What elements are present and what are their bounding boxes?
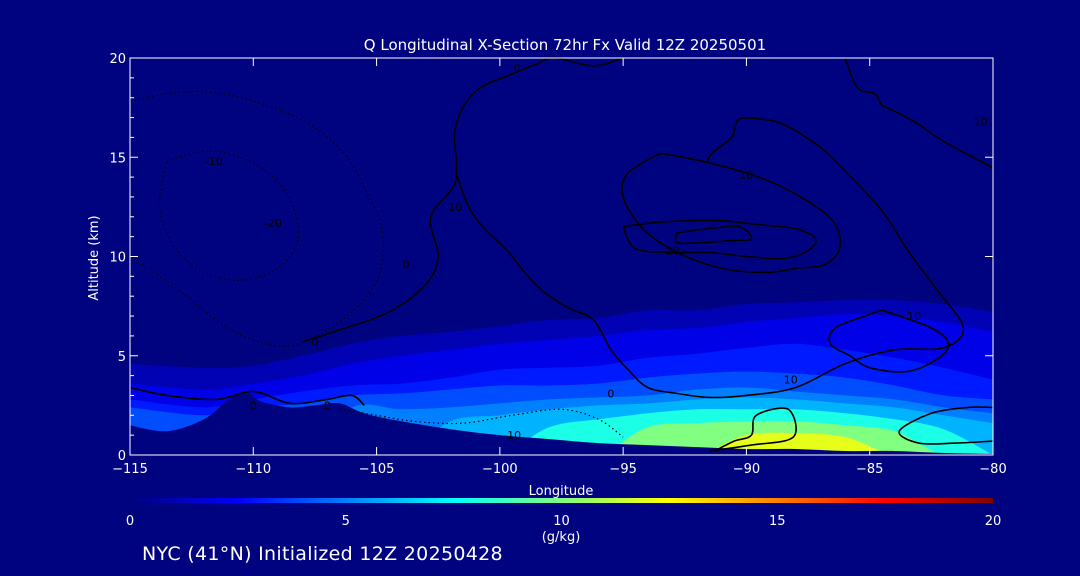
colorbar-tick-label: 15 (769, 514, 786, 529)
colorbar-tick-label: 10 (553, 514, 570, 529)
wind-contour-solid (622, 219, 817, 260)
contour-label: -20 (264, 217, 282, 230)
x-tick-label: −115 (112, 462, 148, 477)
contour-label: 10 (907, 310, 921, 323)
colorbar-tick-label: 5 (342, 514, 350, 529)
contour-label: 0 (324, 399, 331, 412)
contour-label: 10 (784, 374, 798, 387)
contour-label: 0 (250, 399, 257, 412)
contour-label: 10 (974, 116, 988, 129)
contour-label: -10 (205, 155, 223, 168)
contour-label: 0 (403, 258, 410, 271)
contour-label: 10 (739, 169, 753, 182)
x-tick-label: −105 (359, 462, 395, 477)
x-axis-label: Longitude (529, 484, 594, 499)
wind-contour-solid (302, 58, 624, 343)
y-tick-label: 0 (118, 449, 126, 464)
y-axis-label: Altitude (km) (87, 215, 102, 300)
plot-area: 0 -10 -20 10 0 0 10 20 10 10 0 -10 0 0 10 (130, 58, 993, 455)
y-tick-label: 5 (118, 350, 126, 365)
x-tick-label: −85 (856, 462, 883, 477)
wind-contour-solid (674, 225, 753, 245)
wind-contour-dashed (130, 90, 385, 347)
contour-label: 20 (665, 245, 679, 258)
contour-label: 0 (311, 336, 318, 349)
colorbar-tick-label: 20 (985, 514, 1002, 529)
x-tick-label: −80 (979, 462, 1006, 477)
chart-title: Q Longitudinal X-Section 72hr Fx Valid 1… (364, 36, 766, 54)
contour-label: 0 (514, 62, 521, 75)
colorbar-tick-label: 0 (126, 514, 134, 529)
x-tick-label: −95 (609, 462, 636, 477)
colorbar: 0 5 10 15 20 (g/kg) (126, 498, 1001, 545)
colorbar-label: (g/kg) (542, 530, 581, 545)
y-tick-label: 20 (109, 52, 126, 67)
y-tick-label: 10 (109, 251, 126, 266)
x-tick-label: −110 (235, 462, 271, 477)
y-tick-label: 15 (109, 151, 126, 166)
contour-label: 10 (448, 201, 462, 214)
contour-label: -10 (503, 429, 521, 442)
wind-contour-solid (844, 58, 993, 170)
colorbar-strip (130, 498, 993, 503)
colorbar-ticks: 0 5 10 15 20 (126, 514, 1001, 529)
footer-caption: NYC (41°N) Initialized 12Z 20250428 (142, 543, 503, 565)
contour-label: 0 (607, 387, 614, 400)
x-tick-label: −100 (482, 462, 518, 477)
x-tick-label: −90 (733, 462, 760, 477)
cross-section-chart: Q Longitudinal X-Section 72hr Fx Valid 1… (87, 36, 1007, 545)
